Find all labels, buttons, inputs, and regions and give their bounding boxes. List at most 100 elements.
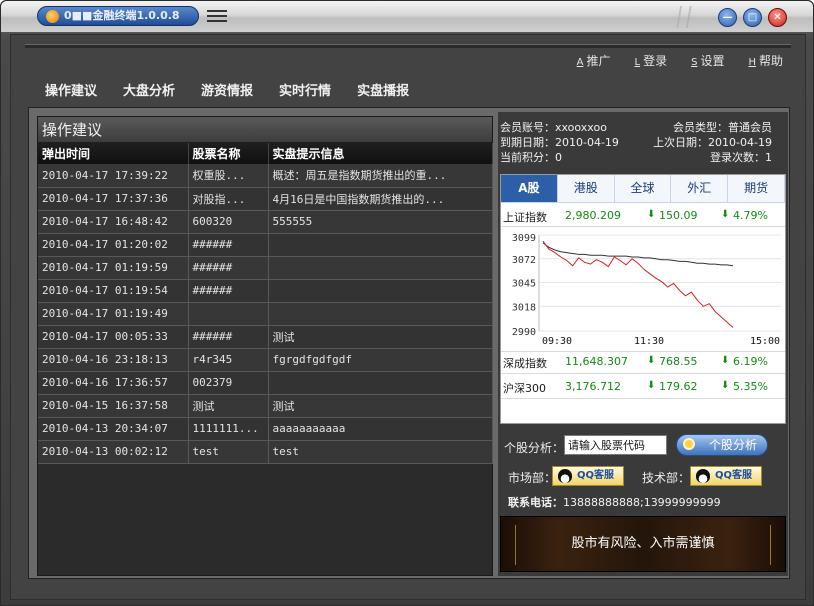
tab-hot-money[interactable]: 游资情报 xyxy=(201,80,253,99)
y-tick-label: 2990 xyxy=(512,327,536,338)
table-row[interactable]: 2010-04-17 17:39:22 权重股... 概述：周五是指数期货推出的重.… xyxy=(38,164,493,188)
table-row[interactable]: 2010-04-17 01:19:49 xyxy=(38,302,493,326)
table-row[interactable]: 2010-04-17 01:19:54 ###### xyxy=(38,279,493,303)
cell-name: ###### xyxy=(188,279,269,303)
tech-qq-button[interactable]: QQ客服 xyxy=(690,466,762,486)
close-button[interactable]: ✕ xyxy=(768,8,787,27)
table-row[interactable]: 2010-04-16 17:36:57 002379 xyxy=(38,371,493,395)
cell-time: 2010-04-17 01:20:02 xyxy=(38,233,189,257)
cell-name xyxy=(188,302,269,326)
member-points: 当前积分：0 xyxy=(500,151,562,164)
market-tab-futures[interactable]: 期货 xyxy=(728,175,785,202)
cell-name: test xyxy=(188,440,269,464)
member-account: 会员账号：xxooxxoo xyxy=(500,121,607,134)
market-tab-global[interactable]: 全球 xyxy=(615,175,672,202)
table-row[interactable]: 2010-04-17 17:37:36 对股指... 4月16日是中国指数期货推出的… xyxy=(38,187,493,211)
cell-name: ###### xyxy=(188,233,269,257)
market-tab-hk[interactable]: 港股 xyxy=(558,175,615,202)
tab-advice[interactable]: 操作建议 xyxy=(45,80,97,99)
cell-time: 2010-04-16 23:18:13 xyxy=(38,348,189,372)
table-row[interactable]: 2010-04-17 01:20:02 ###### xyxy=(38,233,493,257)
series-price-line xyxy=(542,240,734,328)
app-logo-icon xyxy=(46,10,59,23)
index-pct: 6.19% xyxy=(733,355,768,368)
cell-name: ###### xyxy=(188,256,269,280)
app-title: 0■■金融终端1.0.0.8 xyxy=(37,6,199,26)
index-value: 2,980.209 xyxy=(565,209,621,222)
app-title-text: 0■■金融终端1.0.0.8 xyxy=(64,9,180,22)
y-tick-label: 3072 xyxy=(512,255,536,266)
advice-table: 弹出时间 股票名称 实盘提示信息 2010-04-17 17:39:22 权重股.… xyxy=(38,143,493,464)
cell-name: 600320 xyxy=(188,210,269,234)
cell-info: aaaaaaaaaaa xyxy=(268,417,493,441)
index-pct: 5.35% xyxy=(733,380,768,393)
index-row-shanghai[interactable]: 上证指数 2,980.209 ⬇ 150.09 ⬇ 4.79% xyxy=(501,207,785,225)
customer-service: 市场部： QQ客服 技术部： QQ客服 xyxy=(508,464,788,488)
tab-realtime-quotes[interactable]: 实时行情 xyxy=(279,80,331,99)
cell-time: 2010-04-17 01:19:49 xyxy=(38,302,189,326)
cell-info xyxy=(268,302,493,326)
index-name: 上证指数 xyxy=(503,211,547,224)
qq-button-label: QQ客服 xyxy=(715,470,753,481)
maximize-button[interactable]: □ xyxy=(743,8,762,27)
title-bar[interactable]: 0■■金融终端1.0.0.8 — □ ✕ xyxy=(1,1,813,33)
col-tip-info[interactable]: 实盘提示信息 xyxy=(268,143,493,164)
table-row[interactable]: 2010-04-16 23:18:13 r4r345 fgrgdfgdfgdf xyxy=(38,348,493,372)
table-row[interactable]: 2010-04-13 00:02:12 test test xyxy=(38,440,493,464)
market-dept-label: 市场部： xyxy=(508,471,557,485)
main-menu-icon[interactable] xyxy=(207,10,227,24)
index-change: 179.62 xyxy=(659,380,698,393)
link-help[interactable]: H 帮助 xyxy=(748,52,783,69)
member-login-count: 登录次数：1 xyxy=(710,151,772,164)
index-change: 768.55 xyxy=(659,355,698,368)
stock-analysis-label: 个股分析： xyxy=(504,441,565,455)
col-popup-time[interactable]: 弹出时间 xyxy=(38,143,189,164)
content-frame: 操作建议 弹出时间 股票名称 实盘提示信息 2010-04-17 17:39:2… xyxy=(28,107,790,579)
index-row-csi300[interactable]: 沪深300 3,176.712 ⬇ 179.62 ⬇ 5.35% xyxy=(501,378,785,396)
col-stock-name[interactable]: 股票名称 xyxy=(188,143,269,164)
table-row[interactable]: 2010-04-17 00:05:33 ###### 测试 xyxy=(38,325,493,349)
cell-name: 1111111... xyxy=(188,417,269,441)
link-login[interactable]: L 登录 xyxy=(634,52,667,69)
tab-market-analysis[interactable]: 大盘分析 xyxy=(123,80,175,99)
intraday-chart: 3099 3072 3045 3018 2990 09:30 11:30 15:00 xyxy=(512,233,781,347)
market-tab-a-share[interactable]: A股 xyxy=(501,175,558,202)
main-area: A 推广 L 登录 S 设置 H 帮助 操作建议 大盘分析 游资情报 实时行情 实盘播报… xyxy=(10,34,806,600)
index-value: 3,176.712 xyxy=(565,380,621,393)
divider xyxy=(501,373,785,374)
cell-info: 测试 xyxy=(268,325,493,349)
table-row[interactable]: 2010-04-13 20:34:07 1111111... aaaaaaaaaaa xyxy=(38,417,493,441)
member-last-login: 上次日期：2010-04-19 xyxy=(653,136,772,149)
magnifier-icon xyxy=(683,438,695,450)
cell-info xyxy=(268,256,493,280)
contact-phone: 联系电话：13888888888;13999999999 xyxy=(508,494,721,510)
advice-panel: 操作建议 弹出时间 股票名称 实盘提示信息 2010-04-17 17:39:2… xyxy=(37,116,493,576)
market-qq-button[interactable]: QQ客服 xyxy=(552,466,624,486)
down-arrow-icon: ⬇ xyxy=(721,355,730,366)
main-tabs: 操作建议 大盘分析 游资情报 实时行情 实盘播报 xyxy=(45,80,409,99)
cell-time: 2010-04-13 20:34:07 xyxy=(38,417,189,441)
series-average-line xyxy=(542,242,734,267)
stock-analysis-button[interactable]: 个股分析 xyxy=(676,434,768,456)
cell-time: 2010-04-17 16:48:42 xyxy=(38,210,189,234)
y-tick-label: 3045 xyxy=(512,279,536,290)
table-row[interactable]: 2010-04-15 16:37:58 测试 测试 xyxy=(38,394,493,418)
stock-code-input[interactable] xyxy=(564,435,667,455)
cell-info: 4月16日是中国指数期货推出的... xyxy=(268,187,493,211)
table-row[interactable]: 2010-04-17 16:48:42 600320 555555 xyxy=(38,210,493,234)
minimize-button[interactable]: — xyxy=(718,8,737,27)
link-settings[interactable]: S 设置 xyxy=(691,52,724,69)
link-promote[interactable]: A 推广 xyxy=(577,52,611,69)
cell-name: r4r345 xyxy=(188,348,269,372)
market-widget: A股 港股 全球 外汇 期货 上证指数 2,980.209 ⬇ 150.09 ⬇… xyxy=(500,174,786,424)
cell-info: fgrgdfgdfgdf xyxy=(268,348,493,372)
index-row-shenzhen[interactable]: 深成指数 11,648.307 ⬇ 768.55 ⬇ 6.19% xyxy=(501,353,785,371)
advice-panel-title: 操作建议 xyxy=(38,117,492,143)
table-row[interactable]: 2010-04-17 01:19:59 ###### xyxy=(38,256,493,280)
top-divider xyxy=(25,44,791,48)
index-value: 11,648.307 xyxy=(565,355,628,368)
market-tab-forex[interactable]: 外汇 xyxy=(671,175,729,202)
x-tick-label: 15:00 xyxy=(750,336,780,347)
y-tick-label: 3018 xyxy=(512,302,536,313)
tab-live-broadcast[interactable]: 实盘播报 xyxy=(357,80,409,99)
